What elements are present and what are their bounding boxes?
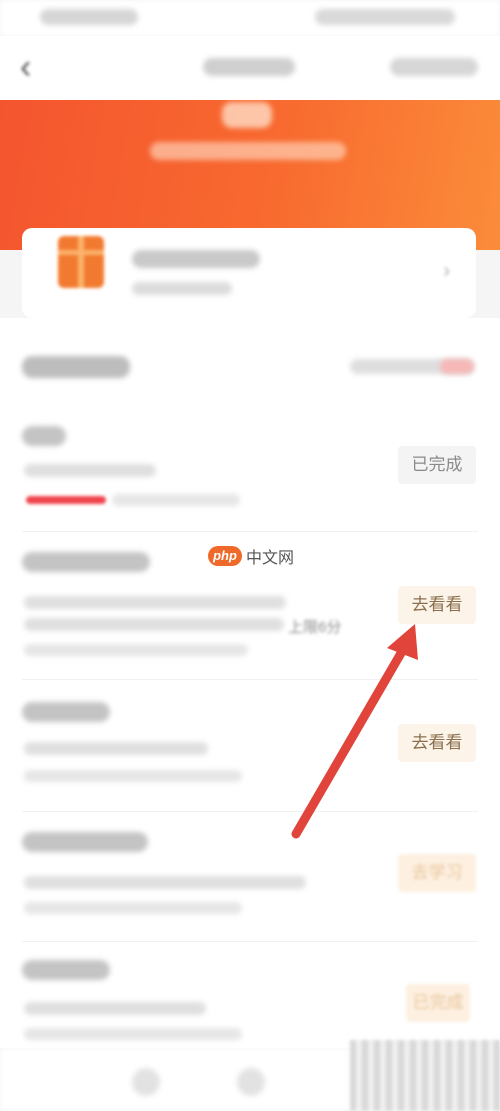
score-value [222, 102, 272, 128]
task-desc [24, 876, 306, 889]
task-status-button[interactable]: 已完成 [406, 984, 470, 1022]
nav-right-link[interactable] [390, 58, 478, 76]
page-title [203, 58, 295, 76]
task-status-button[interactable]: 已完成 [398, 446, 476, 484]
task-item: 已完成 [0, 942, 500, 1048]
task-go-button[interactable]: 去看看 [398, 724, 476, 762]
section-rule-accent [440, 359, 474, 374]
status-time [40, 9, 138, 25]
task-desc [24, 618, 284, 631]
task-progress-text [24, 770, 242, 782]
task-progress-text [24, 644, 248, 656]
section-title [22, 356, 130, 378]
task-title [22, 832, 148, 852]
score-subtitle [150, 142, 346, 160]
task-desc [24, 1002, 206, 1015]
corner-artifact [350, 1040, 500, 1111]
gift-title [132, 250, 260, 268]
task-title [22, 960, 110, 980]
task-item: 去学习 [0, 812, 500, 942]
task-study-button[interactable]: 去学习 [398, 854, 476, 892]
chevron-right-icon: › [443, 260, 450, 282]
gift-subtitle [132, 282, 232, 295]
task-desc [24, 596, 286, 609]
task-title [22, 426, 66, 446]
watermark: php 中文网 [208, 544, 294, 568]
task-go-button[interactable]: 去看看 [398, 586, 476, 624]
task-progress-text [112, 494, 240, 506]
task-progress-text [24, 1028, 242, 1040]
task-desc [24, 464, 156, 477]
gift-icon [58, 236, 104, 288]
task-title [22, 552, 150, 572]
task-item: 去看看 [0, 680, 500, 812]
task-item: 已完成 [0, 408, 500, 532]
status-icons [315, 9, 455, 25]
watermark-text: 中文网 [246, 550, 295, 567]
tab-icon[interactable] [237, 1068, 265, 1096]
back-icon[interactable]: ‹ [20, 50, 42, 84]
task-progress-text [24, 902, 242, 914]
tab-icon[interactable] [132, 1068, 160, 1096]
task-limit: 上限6分 [288, 619, 342, 636]
gift-card[interactable]: › [22, 228, 476, 318]
task-desc [24, 742, 208, 755]
php-logo: php [208, 546, 242, 566]
task-progress [26, 496, 106, 504]
task-title [22, 702, 110, 722]
nav-bar: ‹ [0, 36, 500, 100]
status-bar [0, 0, 500, 36]
section-header [0, 318, 500, 408]
